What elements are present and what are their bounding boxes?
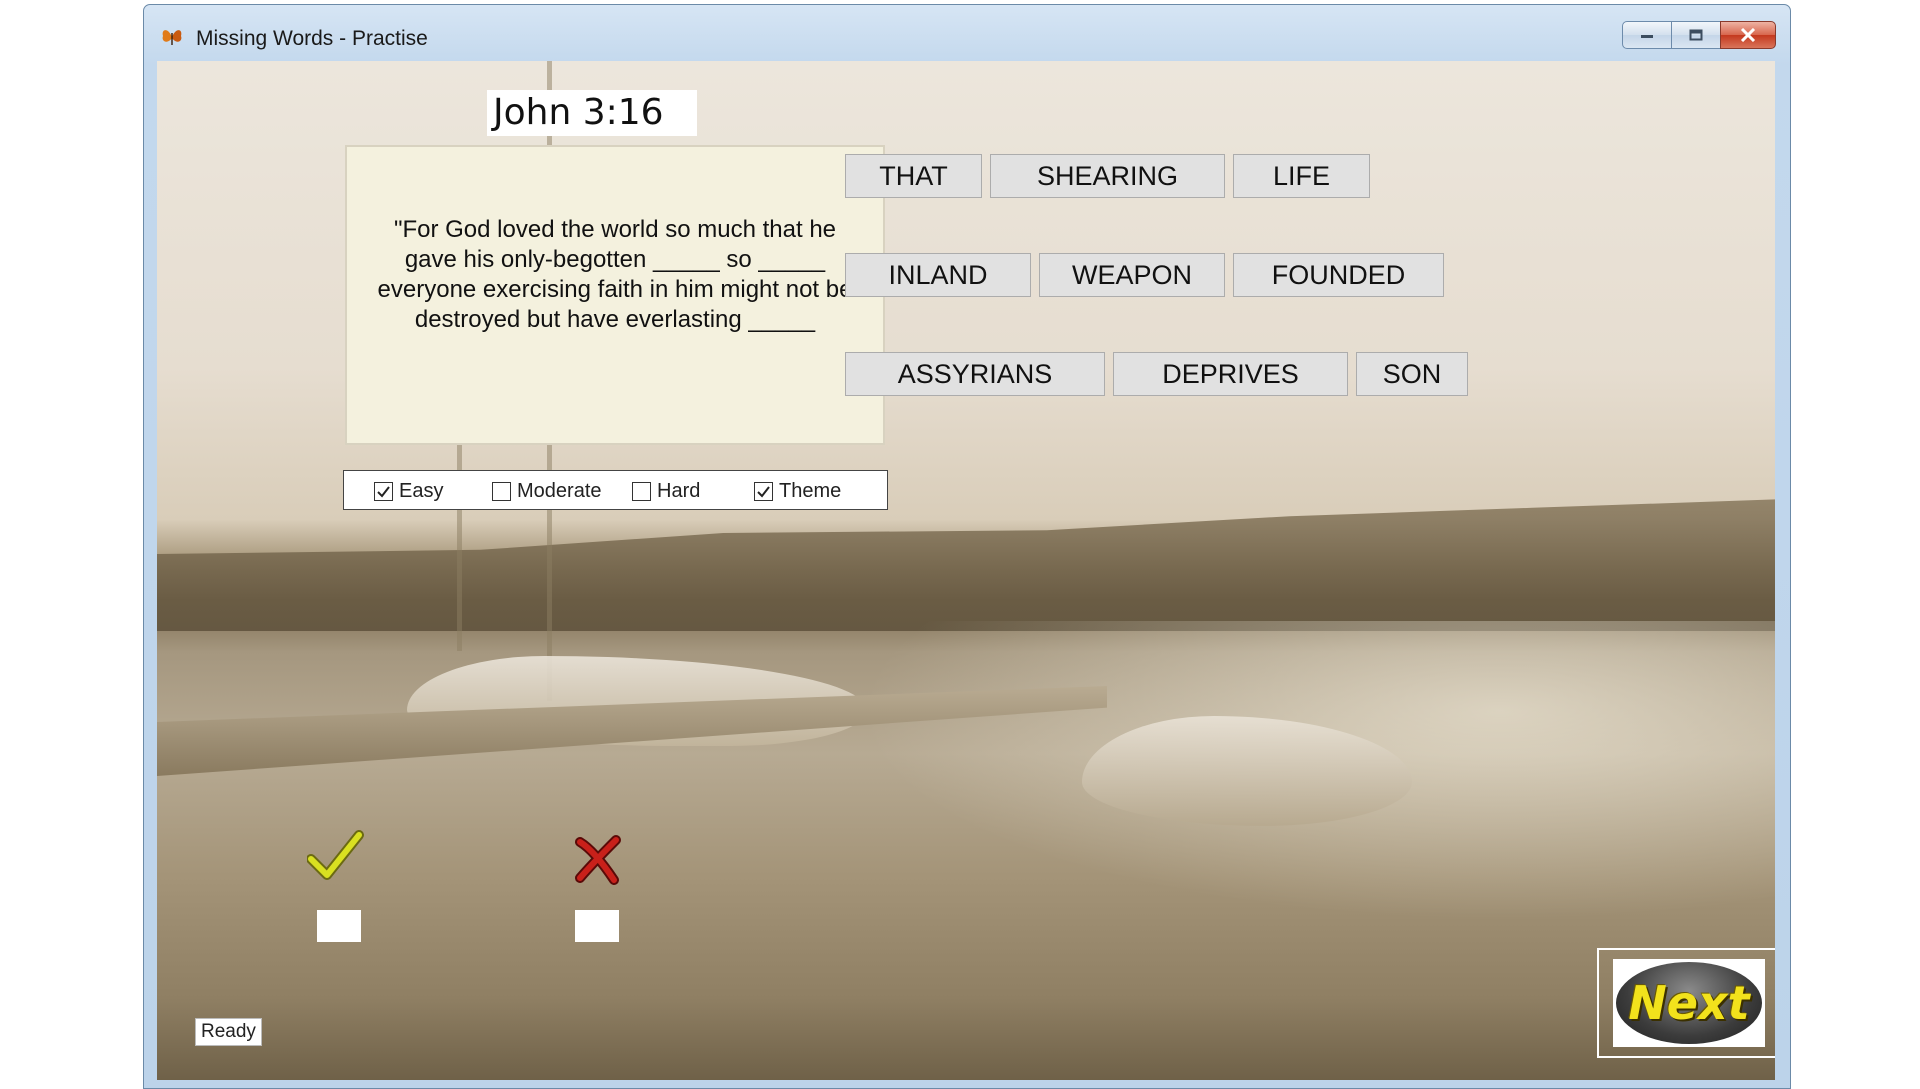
next-button-label: Next xyxy=(1628,976,1750,1030)
maximize-icon xyxy=(1689,29,1703,41)
word-button[interactable]: INLAND xyxy=(845,253,1031,297)
background-mast xyxy=(457,421,462,651)
next-button-background: Next xyxy=(1613,959,1765,1047)
word-button[interactable]: LIFE xyxy=(1233,154,1370,198)
word-button[interactable]: FOUNDED xyxy=(1233,253,1444,297)
verse-reference: John 3:16 xyxy=(487,90,697,136)
correct-count xyxy=(317,910,361,942)
checkbox-theme-label: Theme xyxy=(779,480,842,502)
background-hills xyxy=(157,499,1775,631)
word-button[interactable]: SON xyxy=(1356,352,1468,396)
checkbox-easy-box[interactable] xyxy=(374,482,393,501)
word-button[interactable]: SHEARING xyxy=(990,154,1225,198)
checkbox-hard-box[interactable] xyxy=(632,482,651,501)
checkbox-easy[interactable]: Easy xyxy=(374,480,443,503)
next-button-frame: Next xyxy=(1597,948,1775,1058)
verse-panel: "For God loved the world so much that he… xyxy=(345,145,885,445)
butterfly-icon xyxy=(162,30,182,45)
word-button[interactable]: WEAPON xyxy=(1039,253,1225,297)
check-icon xyxy=(307,830,364,880)
cross-icon xyxy=(575,835,621,885)
word-button[interactable]: ASSYRIANS xyxy=(845,352,1105,396)
verse-text: "For God loved the world so much that he… xyxy=(377,216,853,333)
word-button[interactable]: DEPRIVES xyxy=(1113,352,1348,396)
close-button[interactable] xyxy=(1720,21,1776,49)
checkbox-moderate[interactable]: Moderate xyxy=(492,480,602,503)
checkbox-easy-label: Easy xyxy=(399,480,444,502)
next-button[interactable]: Next xyxy=(1616,962,1762,1044)
minimize-icon xyxy=(1641,35,1653,38)
checkbox-moderate-label: Moderate xyxy=(517,480,602,502)
wrong-count xyxy=(575,910,619,942)
window-title: Missing Words - Practise xyxy=(196,27,428,50)
close-icon xyxy=(1740,28,1756,42)
checkmark-icon xyxy=(757,486,770,498)
checkbox-theme[interactable]: Theme xyxy=(754,480,841,503)
difficulty-options: Easy Moderate Hard Theme xyxy=(343,470,888,510)
checkbox-hard[interactable]: Hard xyxy=(632,480,700,503)
checkbox-moderate-box[interactable] xyxy=(492,482,511,501)
checkbox-hard-label: Hard xyxy=(657,480,701,502)
checkbox-theme-box[interactable] xyxy=(754,482,773,501)
word-button[interactable]: THAT xyxy=(845,154,982,198)
checkmark-icon xyxy=(377,486,390,498)
minimize-button[interactable] xyxy=(1622,21,1672,49)
practise-area: John 3:16 "For God loved the world so mu… xyxy=(157,61,1775,1080)
status-label: Ready xyxy=(195,1018,262,1046)
maximize-button[interactable] xyxy=(1671,21,1721,49)
title-bar[interactable]: Missing Words - Practise xyxy=(144,5,1790,59)
app-window: Missing Words - Practise John 3:16 "For … xyxy=(143,4,1791,1089)
